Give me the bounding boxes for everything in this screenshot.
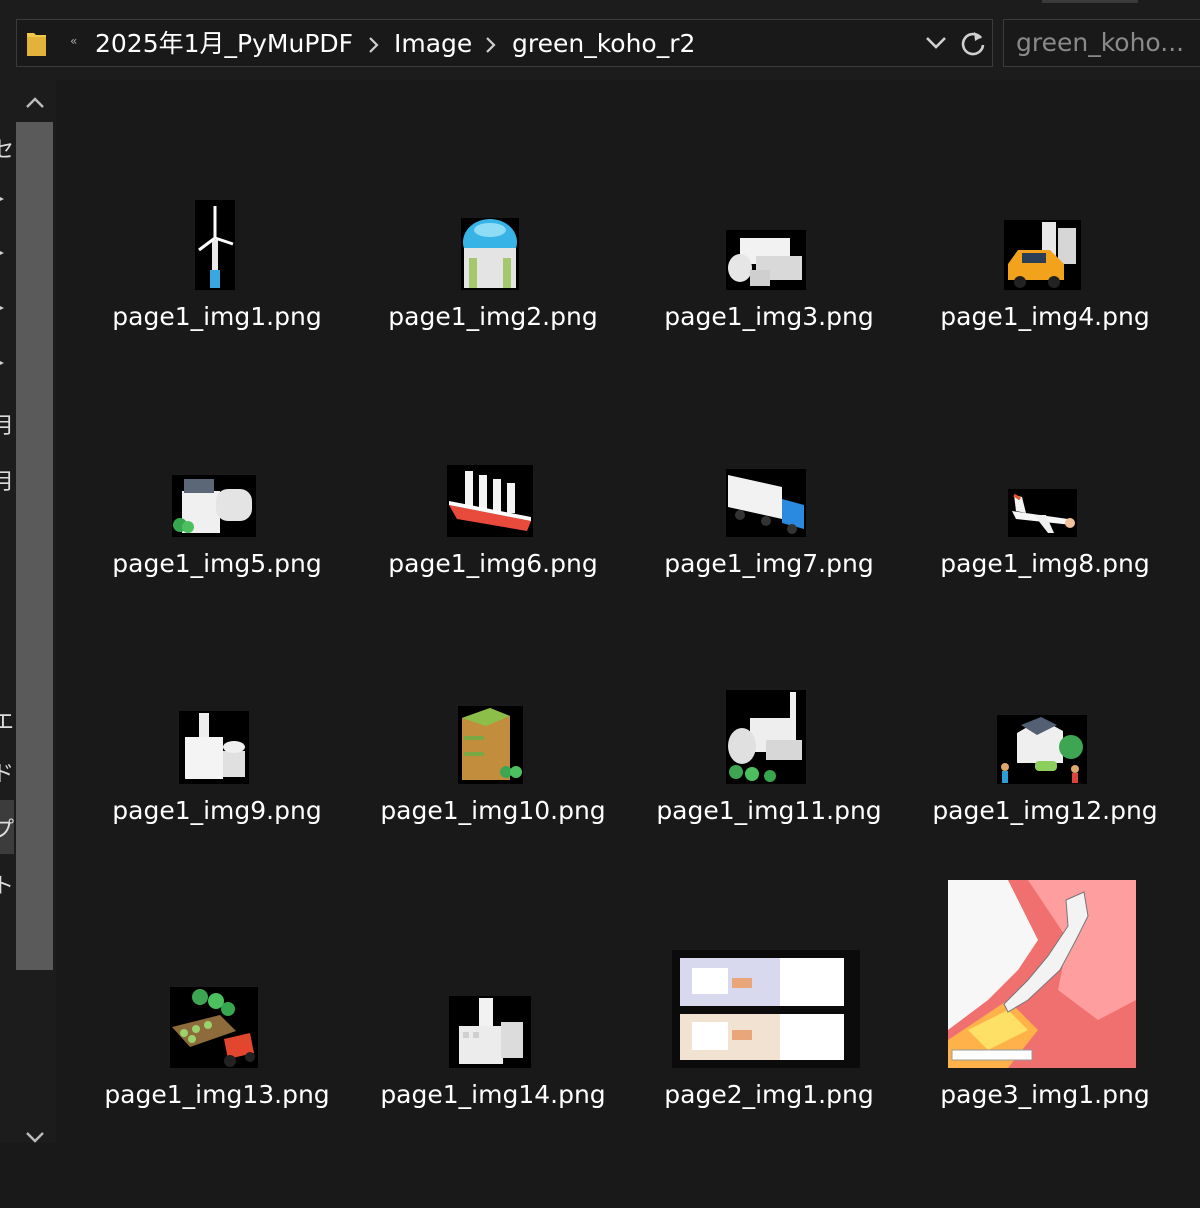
- nav-item-label[interactable]: セ: [0, 132, 14, 164]
- sail-ship-thumbnail: [447, 465, 533, 537]
- chevron-down-icon[interactable]: [924, 32, 948, 54]
- file-name[interactable]: page1_img7.png: [649, 545, 889, 583]
- industrial-plant-thumbnail: [726, 230, 806, 290]
- chevron-right-icon[interactable]: [367, 36, 379, 54]
- file-item[interactable]: page1_img10.png: [373, 684, 613, 924]
- folder-icon: [27, 33, 46, 56]
- file-item[interactable]: page1_img8.png: [925, 437, 1165, 677]
- house-family-thumbnail: [997, 715, 1087, 784]
- solar-building-thumbnail: [172, 475, 256, 537]
- file-name[interactable]: page3_img1.png: [925, 1076, 1165, 1114]
- file-item[interactable]: page1_img6.png: [373, 437, 613, 677]
- file-name[interactable]: page2_img1.png: [649, 1076, 889, 1114]
- address-toolbar: « 2025年1月_PyMuPDF Image green_koho_r2 gr…: [0, 0, 1200, 80]
- file-name[interactable]: page1_img14.png: [373, 1076, 613, 1114]
- file-name[interactable]: page1_img4.png: [925, 298, 1165, 336]
- breadcrumb-item-root[interactable]: 2025年1月_PyMuPDF: [95, 28, 353, 60]
- refresh-icon[interactable]: [958, 28, 988, 58]
- file-name[interactable]: page1_img13.png: [97, 1076, 337, 1114]
- file-item[interactable]: page1_img4.png: [925, 190, 1165, 430]
- file-item[interactable]: page1_img9.png: [97, 684, 337, 924]
- address-bar[interactable]: « 2025年1月_PyMuPDF Image green_koho_r2: [16, 19, 993, 67]
- file-name[interactable]: page1_img6.png: [373, 545, 613, 583]
- file-name[interactable]: page1_img9.png: [97, 792, 337, 830]
- airplane-thumbnail: [1008, 489, 1077, 537]
- japan-map-thumbnail: [948, 880, 1136, 1068]
- farm-tractor-thumbnail: [170, 987, 258, 1068]
- search-input[interactable]: green_koho...: [1003, 19, 1200, 67]
- file-item[interactable]: page1_img2.png: [373, 190, 613, 430]
- pin-icon: [0, 361, 4, 365]
- document-diagram-thumbnail: [672, 950, 860, 1068]
- file-item[interactable]: page1_img3.png: [649, 190, 889, 430]
- pin-icon: [0, 251, 4, 255]
- power-plant-thumbnail: [726, 690, 806, 784]
- toolbar-edge: [1042, 0, 1138, 3]
- file-item[interactable]: page1_img14.png: [373, 968, 613, 1208]
- chevron-right-icon[interactable]: [484, 36, 496, 54]
- file-name[interactable]: page1_img12.png: [925, 792, 1165, 830]
- car-station-thumbnail: [1004, 220, 1081, 290]
- file-name[interactable]: page1_img2.png: [373, 298, 613, 336]
- file-item[interactable]: page1_img1.png: [97, 190, 337, 430]
- file-item[interactable]: page1_img13.png: [97, 968, 337, 1208]
- chevron-down-icon[interactable]: [24, 1130, 46, 1144]
- navigation-pane: セ 月 月 エ ド プ ト: [0, 80, 56, 1143]
- file-name[interactable]: page1_img10.png: [373, 792, 613, 830]
- factory-gray-thumbnail: [449, 996, 531, 1068]
- file-item[interactable]: page1_img11.png: [649, 684, 889, 924]
- pin-icon: [0, 306, 4, 310]
- factory-thumbnail: [179, 711, 249, 784]
- file-item[interactable]: page3_img1.png: [925, 880, 1165, 1208]
- nav-item-label[interactable]: ト: [0, 868, 14, 900]
- file-name[interactable]: page1_img1.png: [97, 298, 337, 336]
- wind-turbine-thumbnail: [195, 200, 235, 290]
- file-name[interactable]: page1_img11.png: [649, 792, 889, 830]
- chevron-up-icon[interactable]: [24, 96, 46, 110]
- truck-thumbnail: [726, 469, 806, 537]
- hydrogen-tank-thumbnail: [461, 218, 519, 290]
- breadcrumb-item-image[interactable]: Image: [394, 28, 472, 60]
- file-item[interactable]: page2_img1.png: [649, 950, 889, 1208]
- file-name[interactable]: page1_img5.png: [97, 545, 337, 583]
- pin-icon: [0, 197, 4, 201]
- breadcrumb-overflow-button[interactable]: «: [70, 34, 77, 48]
- nav-item-label[interactable]: エ: [0, 704, 14, 736]
- green-building-thumbnail: [458, 706, 523, 784]
- file-item[interactable]: page1_img7.png: [649, 437, 889, 677]
- nav-item-label[interactable]: 月: [0, 408, 14, 440]
- nav-item-label[interactable]: プ: [0, 812, 14, 844]
- scrollbar-thumb[interactable]: [16, 122, 53, 970]
- file-name[interactable]: page1_img3.png: [649, 298, 889, 336]
- nav-item-label[interactable]: 月: [0, 464, 14, 496]
- file-name[interactable]: page1_img8.png: [925, 545, 1165, 583]
- breadcrumb-item-current[interactable]: green_koho_r2: [512, 28, 695, 60]
- nav-item-label[interactable]: ド: [0, 756, 14, 788]
- file-item[interactable]: page1_img5.png: [97, 437, 337, 677]
